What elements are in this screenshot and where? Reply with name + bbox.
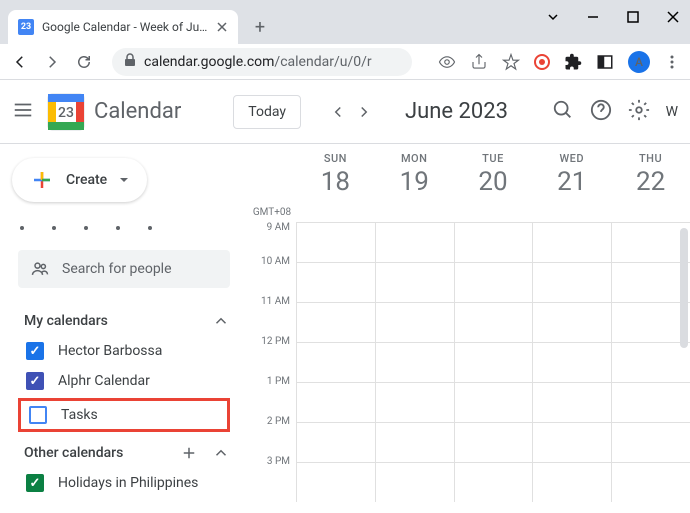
url-text: calendar.google.com/calendar/u/0/r <box>144 54 372 70</box>
dropdown-icon <box>119 175 129 185</box>
day-header-tue[interactable]: TUE20 <box>454 144 533 222</box>
today-button[interactable]: Today <box>233 95 301 129</box>
record-icon[interactable] <box>534 54 550 70</box>
day-header-mon[interactable]: MON19 <box>375 144 454 222</box>
month-label: June 2023 <box>405 99 508 124</box>
calendar-grid: GMT+08 SUN18 MON19 TUE20 WED21 THU22 9 A… <box>248 144 690 513</box>
chevron-up-icon <box>212 312 230 330</box>
address-bar: calendar.google.com/calendar/u/0/r A <box>0 44 690 80</box>
forward-icon[interactable] <box>42 53 62 71</box>
favicon: 23 <box>18 19 34 35</box>
star-icon[interactable] <box>502 53 520 71</box>
close-icon[interactable] <box>216 18 228 37</box>
day-header-thu[interactable]: THU22 <box>611 144 690 222</box>
share-icon[interactable] <box>470 53 488 71</box>
new-tab-button[interactable]: + <box>246 13 274 41</box>
reload-icon[interactable] <box>74 53 94 71</box>
calendar-label: Tasks <box>61 407 98 423</box>
tab-title: Google Calendar - Week of June <box>42 20 208 34</box>
prev-icon[interactable] <box>329 103 347 121</box>
calendar-item-hector[interactable]: Hector Barbossa <box>0 336 248 366</box>
gear-icon[interactable] <box>628 99 650 125</box>
app-name: Calendar <box>94 99 181 124</box>
checkbox-checked[interactable] <box>26 474 44 492</box>
next-icon[interactable] <box>355 103 373 121</box>
avatar[interactable]: A <box>628 51 650 73</box>
checkbox-checked[interactable] <box>26 342 44 360</box>
calendar-logo[interactable]: 23 Calendar <box>46 92 181 132</box>
checkbox-checked[interactable] <box>26 372 44 390</box>
calendar-label: Alphr Calendar <box>58 373 150 389</box>
extensions-icon[interactable] <box>564 53 582 71</box>
scrollbar[interactable] <box>680 228 688 348</box>
eye-icon[interactable] <box>438 53 456 71</box>
checkbox-unchecked[interactable] <box>29 406 47 424</box>
time-labels: 9 AM 10 AM 11 AM 12 PM 1 PM 2 PM 3 PM <box>248 222 296 513</box>
day-header-wed[interactable]: WED21 <box>532 144 611 222</box>
close-window-icon[interactable] <box>664 8 682 26</box>
lock-icon <box>124 52 136 71</box>
panel-icon[interactable] <box>596 53 614 71</box>
back-icon[interactable] <box>10 53 30 71</box>
people-icon <box>30 259 50 279</box>
svg-text:23: 23 <box>58 105 74 121</box>
browser-tab-strip: 23 Google Calendar - Week of June + <box>0 0 690 44</box>
help-icon[interactable] <box>590 99 612 125</box>
sidebar: Create Search for people My calendars He… <box>0 144 248 513</box>
highlighted-annotation: Tasks <box>18 398 230 432</box>
window-controls <box>544 8 682 26</box>
calendar-label: Hector Barbossa <box>58 343 162 359</box>
maximize-icon[interactable] <box>624 8 642 26</box>
mini-calendar-partial <box>20 226 228 238</box>
minimize-icon[interactable] <box>584 8 602 26</box>
url-input[interactable]: calendar.google.com/calendar/u/0/r <box>112 48 412 76</box>
search-icon[interactable] <box>552 99 574 125</box>
search-people-placeholder: Search for people <box>62 261 172 277</box>
app-header: 23 Calendar Today June 2023 W <box>0 80 690 144</box>
view-switcher-partial[interactable]: W <box>666 104 678 120</box>
create-label: Create <box>66 172 107 188</box>
search-people-input[interactable]: Search for people <box>18 250 230 288</box>
my-calendars-header[interactable]: My calendars <box>0 306 248 336</box>
calendar-label: Holidays in Philippines <box>58 475 198 491</box>
browser-tab[interactable]: 23 Google Calendar - Week of June <box>8 10 238 44</box>
chevron-up-icon <box>212 444 230 462</box>
create-button[interactable]: Create <box>12 158 147 202</box>
other-calendars-header[interactable]: Other calendars <box>0 438 248 468</box>
timezone-label: GMT+08 <box>248 144 296 222</box>
grid-body[interactable] <box>296 222 690 513</box>
calendar-item-holidays[interactable]: Holidays in Philippines <box>0 468 248 498</box>
plus-icon[interactable] <box>180 444 198 462</box>
chevron-down-icon[interactable] <box>544 8 562 26</box>
kebab-icon[interactable] <box>664 54 680 70</box>
calendar-item-tasks[interactable]: Tasks <box>21 401 227 429</box>
day-header-sun[interactable]: SUN18 <box>296 144 375 222</box>
menu-icon[interactable] <box>12 99 34 125</box>
calendar-item-alphr[interactable]: Alphr Calendar <box>0 366 248 396</box>
